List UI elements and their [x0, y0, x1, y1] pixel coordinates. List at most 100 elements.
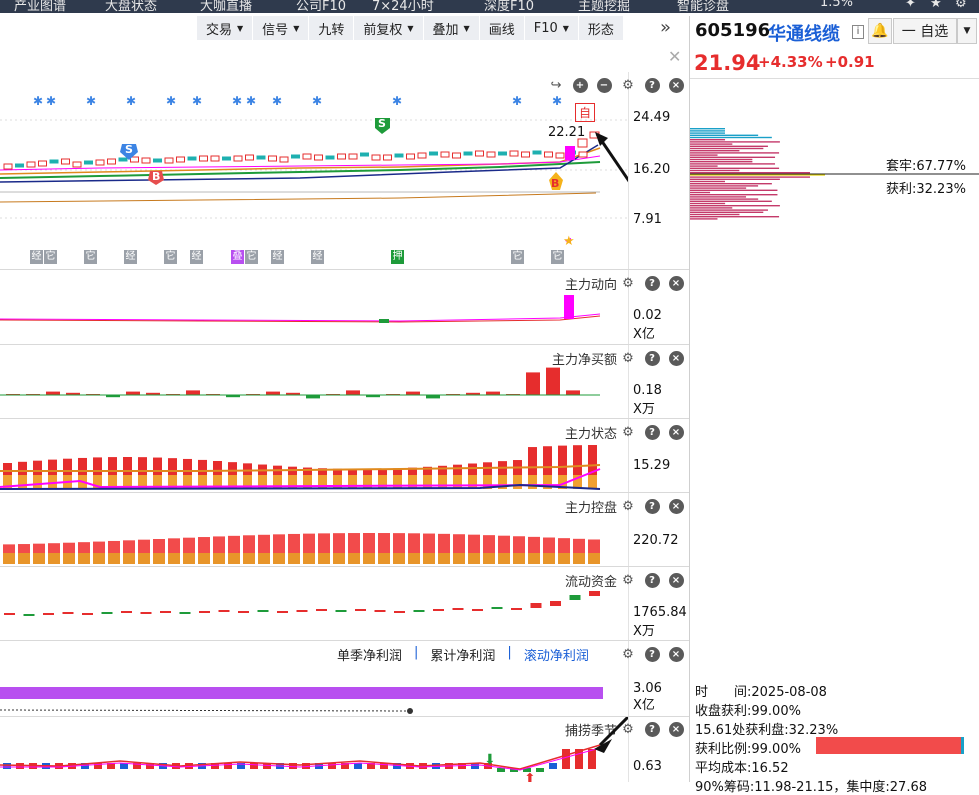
watchlist-dropdown-icon[interactable]: ▼: [957, 18, 977, 44]
event-tag[interactable]: 经: [311, 250, 324, 264]
stat-90-chips: 90%筹码:11.98-21.15，集中度:27.68: [695, 780, 927, 795]
watchlist-button[interactable]: 一 自选: [893, 18, 957, 44]
nav-item[interactable]: 主题挖掘: [578, 0, 630, 13]
nav-zoom: 1.5%: [820, 0, 854, 10]
help-icon[interactable]: ?: [643, 720, 661, 738]
candle: [61, 158, 70, 165]
sell-signal-marker[interactable]: S: [125, 143, 133, 156]
toolbar-button-label: 形态: [587, 22, 614, 38]
toolbar-button[interactable]: F10 ▼: [524, 16, 579, 40]
nav-item[interactable]: 公司F10: [296, 0, 346, 13]
help-icon[interactable]: ?: [643, 571, 661, 589]
toolbar-button[interactable]: 叠加 ▼: [423, 16, 480, 40]
profit-chart: [0, 687, 603, 714]
event-tag[interactable]: 它: [245, 250, 258, 264]
nav-item[interactable]: 深度F10: [484, 0, 534, 13]
settings-icon[interactable]: ⚙: [955, 0, 967, 11]
help-icon[interactable]: ?: [643, 76, 661, 94]
toolbar-button[interactable]: 画线: [479, 16, 525, 40]
event-tag[interactable]: 它: [44, 250, 57, 264]
candle: [544, 151, 553, 158]
toolbar-button[interactable]: 信号 ▼: [253, 16, 310, 40]
nav-item[interactable]: 7×24小时: [372, 0, 434, 13]
close-panel-icon[interactable]: ×: [667, 497, 685, 515]
svg-text:✱: ✱: [126, 94, 136, 108]
indicator-panel[interactable]: 流动资金 ⚙? × 1765.84 X万: [0, 567, 689, 641]
stock-name[interactable]: 华通线缆: [768, 20, 840, 46]
self-select-badge[interactable]: 自: [575, 103, 596, 122]
pin-icon[interactable]: ✦: [905, 0, 916, 11]
event-tag[interactable]: 押: [391, 250, 404, 264]
svg-text:✱: ✱: [246, 94, 256, 108]
event-tag[interactable]: 经: [124, 250, 137, 264]
event-tag[interactable]: 它: [84, 250, 97, 264]
axis-label: 0.18: [633, 383, 662, 398]
nav-item[interactable]: 智能诊盘: [677, 0, 729, 13]
indicator-panel[interactable]: 主力动向 ⚙? × 0.02 X亿: [0, 270, 689, 345]
toolbar-button[interactable]: 前复权 ▼: [354, 16, 424, 40]
svg-text:✱: ✱: [392, 94, 402, 108]
candle: [107, 158, 116, 165]
nav-item[interactable]: 产业图谱: [14, 0, 66, 13]
candle: [256, 155, 266, 160]
close-panel-icon[interactable]: ×: [667, 720, 685, 738]
close-icon[interactable]: ✕: [668, 47, 681, 66]
divider: [690, 78, 979, 79]
event-tag[interactable]: 它: [551, 250, 564, 264]
event-tag[interactable]: 它: [164, 250, 177, 264]
event-tag[interactable]: 叠: [231, 250, 244, 264]
candle: [578, 151, 588, 158]
toolbar-button-label: 信号: [262, 22, 289, 38]
buy-signal-marker[interactable]: B: [551, 177, 559, 190]
svg-text:⬆: ⬆: [524, 771, 536, 782]
candle: [532, 150, 542, 155]
kline-panel[interactable]: ↪ + − ⚙ ? × ✱ ✱ ✱ ✱ ✱ ✱ ✱ ✱ ✱ ✱ ✱ ✱ ✱ ◂ …: [0, 72, 689, 270]
event-tag[interactable]: 经: [271, 250, 284, 264]
toolbar-button[interactable]: 交易 ▼: [197, 16, 254, 40]
indicator-panel[interactable]: 主力净买额 ⚙? × 0.18 X万: [0, 345, 689, 419]
axis-label: 15.29: [633, 458, 671, 473]
svg-text:✱: ✱: [192, 94, 202, 108]
candle: [498, 151, 507, 156]
nav-item[interactable]: 大盘状态: [105, 0, 157, 13]
info-badge[interactable]: i: [852, 25, 864, 39]
candle: [72, 161, 82, 168]
toolbar-button[interactable]: 形态: [578, 16, 624, 40]
indicator-panel[interactable]: 主力控盘 ⚙? × 220.72: [0, 493, 689, 567]
change-amount: +0.91: [825, 53, 875, 71]
season-panel[interactable]: 捕捞季节 ⚙ ? × ⬇ ⬆ 0.63: [0, 717, 689, 782]
candle: [521, 151, 530, 158]
close-panel-icon[interactable]: ×: [667, 274, 685, 292]
more-tools-icon[interactable]: »: [660, 17, 671, 38]
candle: [95, 159, 105, 166]
help-icon[interactable]: ?: [643, 497, 661, 515]
indicator-panel[interactable]: 主力状态 ⚙? × 15.29: [0, 419, 689, 493]
help-icon[interactable]: ?: [643, 645, 661, 663]
event-tag[interactable]: 经: [190, 250, 203, 264]
close-panel-icon[interactable]: ×: [667, 645, 685, 663]
help-icon[interactable]: ?: [643, 274, 661, 292]
buy-signal-marker[interactable]: B: [152, 170, 160, 183]
unit-label: X亿: [633, 698, 655, 713]
event-tag[interactable]: 它: [511, 250, 524, 264]
candle: [141, 157, 151, 164]
candle: [291, 154, 300, 159]
stat-time: 时 间:2025-08-08: [695, 685, 827, 700]
close-panel-icon[interactable]: ×: [667, 571, 685, 589]
candle: [440, 151, 450, 158]
candle: [406, 153, 415, 160]
event-tag[interactable]: 经: [30, 250, 43, 264]
help-icon[interactable]: ?: [643, 423, 661, 441]
close-panel-icon[interactable]: ×: [667, 349, 685, 367]
nav-item[interactable]: 大咖直播: [200, 0, 252, 13]
close-panel-icon[interactable]: ×: [667, 76, 685, 94]
close-panel-icon[interactable]: ×: [667, 423, 685, 441]
star-icon[interactable]: ★: [930, 0, 942, 11]
help-icon[interactable]: ?: [643, 349, 661, 367]
dropdown-arrow-icon: ▼: [237, 23, 244, 33]
bell-icon[interactable]: 🔔: [868, 18, 892, 44]
profit-panel[interactable]: 单季净利润 | 累计净利润 | 滚动净利润 ⚙ ? × 3.06 X亿: [0, 641, 689, 717]
candle: [279, 156, 289, 163]
toolbar-button[interactable]: 九转: [309, 16, 355, 40]
sell-signal-marker[interactable]: S: [378, 117, 386, 130]
